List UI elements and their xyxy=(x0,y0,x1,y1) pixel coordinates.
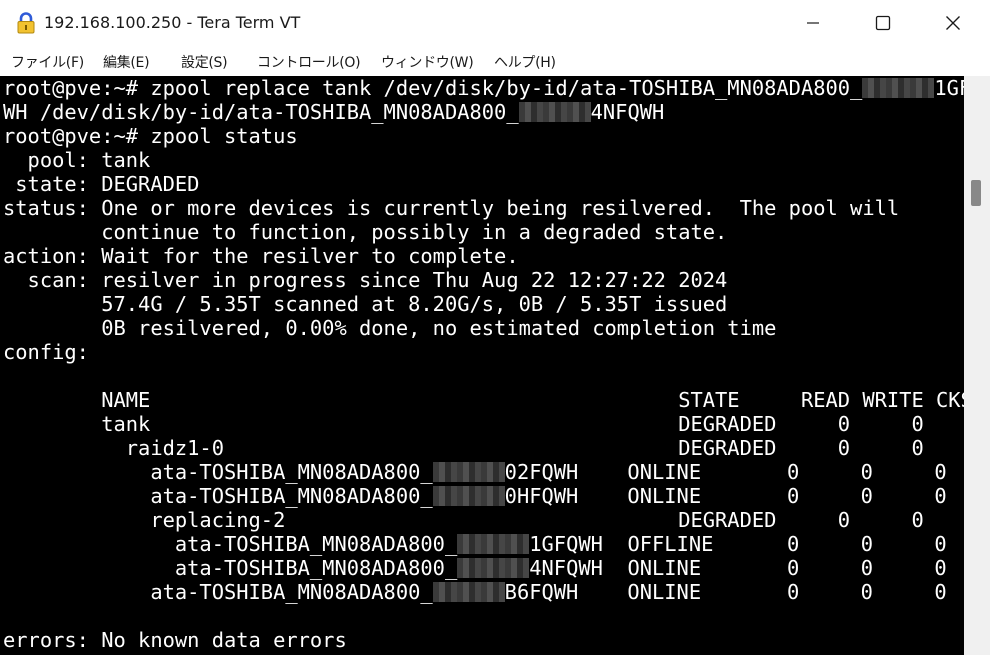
terminal-text: ata-TOSHIBA_MN08ADA800_ xyxy=(3,532,458,556)
redacted-serial xyxy=(518,102,591,122)
terminal-text: 57.4G / 5.35T scanned at 8.20G/s, 0B / 5… xyxy=(3,292,728,316)
terminal-text: root@pve:~# zpool status xyxy=(3,124,298,148)
terminal-text: 1GFQWH OFFLINE 0 0 0 xyxy=(529,532,947,556)
maximize-icon xyxy=(875,15,891,31)
terminal-line: 0B resilvered, 0.00% done, no estimated … xyxy=(3,316,776,340)
terminal-text: errors: No known data errors xyxy=(3,628,347,652)
terminal-text: root@pve:~# zpool replace tank /dev/disk… xyxy=(3,76,863,100)
terminal-text: 02FQWH ONLINE 0 0 0 xyxy=(504,460,947,484)
terminal-line: root@pve:~# zpool status xyxy=(3,124,298,148)
terminal-text: WH /dev/disk/by-id/ata-TOSHIBA_MN08ADA80… xyxy=(3,100,519,124)
terminal-line: pool: tank xyxy=(3,148,151,172)
terminal-text: 4NFQWH xyxy=(590,100,665,124)
menu-control[interactable]: コントロール(O) xyxy=(257,52,361,72)
terminal-line: root@pve:~# zpool replace tank /dev/disk… xyxy=(3,76,964,100)
terminal-line: WH /dev/disk/by-id/ata-TOSHIBA_MN08ADA80… xyxy=(3,100,664,124)
terminal-text: status: One or more devices is currently… xyxy=(3,196,900,220)
terminal-line: NAME STATE READ WRITE CKSUM xyxy=(3,388,964,412)
terminal-text: B6FQWH ONLINE 0 0 0 xyxy=(504,580,947,604)
close-icon xyxy=(946,16,960,30)
redacted-serial xyxy=(862,78,935,98)
terminal-text: 0HFQWH ONLINE 0 0 0 xyxy=(504,484,947,508)
menu-settings[interactable]: 設定(S) xyxy=(181,52,228,72)
close-button[interactable] xyxy=(918,0,988,46)
window-title: 192.168.100.250 - Tera Term VT xyxy=(44,13,301,32)
terminal-text: continue to function, possibly in a degr… xyxy=(3,220,728,244)
terminal-text: NAME STATE READ WRITE CKSUM xyxy=(3,388,964,412)
terminal-text: 0B resilvered, 0.00% done, no estimated … xyxy=(3,316,777,340)
terminal-line: ata-TOSHIBA_MN08ADA800_ 02FQWH ONLINE 0 0… xyxy=(3,460,947,484)
terminal-text: ata-TOSHIBA_MN08ADA800_ xyxy=(3,484,433,508)
title-bar[interactable]: 192.168.100.250 - Tera Term VT xyxy=(0,0,990,46)
terminal-line: scan: resilver in progress since Thu Aug… xyxy=(3,268,728,292)
terminal-text: ata-TOSHIBA_MN08ADA800_ xyxy=(3,460,433,484)
redacted-serial xyxy=(432,462,505,482)
terminal-text: raidz1-0 DEGRADED 0 0 0 xyxy=(3,436,964,460)
maximize-button[interactable] xyxy=(848,0,918,46)
terminal-text: action: Wait for the resilver to complet… xyxy=(3,244,519,268)
terminal-line: raidz1-0 DEGRADED 0 0 0 xyxy=(3,436,964,460)
terminal-line: status: One or more devices is currently… xyxy=(3,196,899,220)
terminal-text: 4NFQWH ONLINE 0 0 0 xyxy=(529,556,947,580)
scroll-thumb[interactable] xyxy=(971,180,981,206)
minimize-icon xyxy=(807,22,819,24)
terminal-line: ata-TOSHIBA_MN08ADA800_ 1GFQWH OFFLINE 0 … xyxy=(3,532,947,556)
terminal-line: tank DEGRADED 0 0 0 xyxy=(3,412,964,436)
redacted-serial xyxy=(457,558,530,578)
terminal-line: action: Wait for the resilver to complet… xyxy=(3,244,519,268)
terminal-text: tank DEGRADED 0 0 0 xyxy=(3,412,964,436)
menu-help[interactable]: ヘルプ(H) xyxy=(494,52,556,72)
teraterm-window: 192.168.100.250 - Tera Term VT ファイル(F) 編… xyxy=(0,0,990,655)
terminal-line: config: xyxy=(3,340,89,364)
redacted-serial xyxy=(457,534,530,554)
terminal-text: 1GFQ xyxy=(934,76,964,100)
menu-window[interactable]: ウィンドウ(W) xyxy=(381,52,474,72)
menu-edit[interactable]: 編集(E) xyxy=(103,52,150,72)
redacted-serial xyxy=(432,486,505,506)
minimize-button[interactable] xyxy=(778,0,848,46)
terminal-text: pool: tank xyxy=(3,148,151,172)
menu-bar: ファイル(F) 編集(E) 設定(S) コントロール(O) ウィンドウ(W) ヘ… xyxy=(0,46,990,76)
terminal-line: errors: No known data errors xyxy=(3,628,347,652)
menu-file[interactable]: ファイル(F) xyxy=(11,52,84,72)
terminal-line: continue to function, possibly in a degr… xyxy=(3,220,727,244)
terminal-line: ata-TOSHIBA_MN08ADA800_ 0HFQWH ONLINE 0 0… xyxy=(3,484,947,508)
terminal-text: ata-TOSHIBA_MN08ADA800_ xyxy=(3,580,433,604)
terminal-line: ata-TOSHIBA_MN08ADA800_ B6FQWH ONLINE 0 0… xyxy=(3,580,947,604)
lock-icon[interactable] xyxy=(16,12,36,34)
vertical-scrollbar[interactable] xyxy=(964,76,990,655)
redacted-serial xyxy=(432,582,505,602)
terminal-text: scan: resilver in progress since Thu Aug… xyxy=(3,268,728,292)
terminal-line: 57.4G / 5.35T scanned at 8.20G/s, 0B / 5… xyxy=(3,292,727,316)
terminal-text: state: DEGRADED xyxy=(3,172,200,196)
terminal-text: config: xyxy=(3,340,89,364)
terminal-screen[interactable]: root@pve:~# zpool replace tank /dev/disk… xyxy=(0,76,964,655)
terminal-line: state: DEGRADED xyxy=(3,172,199,196)
terminal-text: replacing-2 DEGRADED 0 0 0 xyxy=(3,508,964,532)
terminal-line: replacing-2 DEGRADED 0 0 0 xyxy=(3,508,964,532)
terminal-text: ata-TOSHIBA_MN08ADA800_ xyxy=(3,556,458,580)
terminal-line: ata-TOSHIBA_MN08ADA800_ 4NFQWH ONLINE 0 0… xyxy=(3,556,947,580)
